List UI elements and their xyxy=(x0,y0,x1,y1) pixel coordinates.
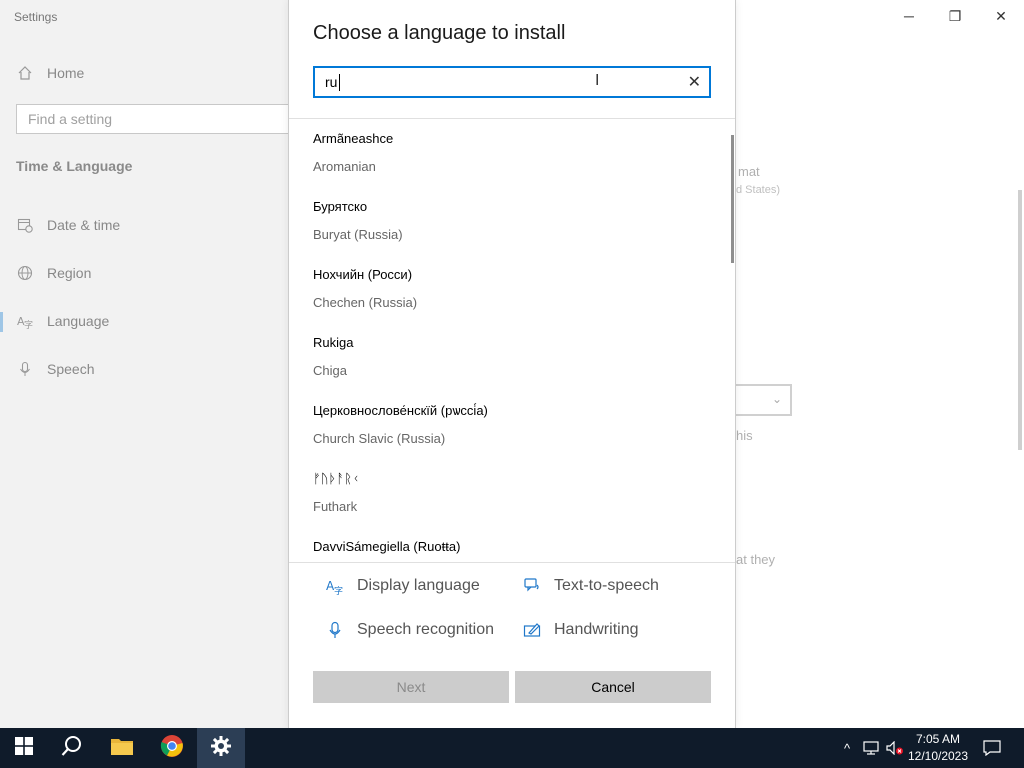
bg-text-fragment: his xyxy=(736,428,753,443)
chevron-down-icon: ⌄ xyxy=(771,392,782,406)
language-english-name: Aromanian xyxy=(313,159,376,174)
language-native-name: Церковнослове́нскїй (рѡссі́а) xyxy=(313,403,488,418)
language-native-name: ᚠᚢᚦᚨᚱᚲ xyxy=(313,471,360,486)
network-icon[interactable] xyxy=(862,738,880,758)
nav-region[interactable]: Region xyxy=(16,264,91,282)
language-native-name: DavviSámegiella (Ruoŧŧa) xyxy=(313,539,461,554)
clock-date: 12/10/2023 xyxy=(907,749,969,763)
feature-label: Display language xyxy=(357,577,480,594)
nav-language-label: Language xyxy=(47,313,110,329)
windows-logo-icon xyxy=(15,736,33,760)
handwriting-icon xyxy=(522,620,542,640)
language-list-item[interactable]: Церковнослове́нскїй (рѡссі́а) Church Sla… xyxy=(289,391,729,459)
file-explorer-button[interactable] xyxy=(98,728,146,768)
close-icon: ✕ xyxy=(995,7,1007,24)
language-english-name: Futhark xyxy=(313,499,358,514)
restore-icon: ❐ xyxy=(948,7,962,24)
language-english-name: Buryat (Russia) xyxy=(313,227,403,242)
section-title: Time & Language xyxy=(16,158,133,174)
find-setting-input[interactable]: Find a setting xyxy=(16,104,298,134)
bg-text-fragment: mat xyxy=(738,164,760,179)
language-list-item[interactable]: Нохчийн (Росси) Chechen (Russia) xyxy=(289,255,729,323)
microphone-icon xyxy=(16,360,34,378)
find-setting-placeholder: Find a setting xyxy=(28,111,113,127)
language-search-input[interactable]: ru I ✕ xyxy=(313,66,711,98)
bg-dropdown[interactable]: ⌄ xyxy=(736,384,792,416)
chrome-icon xyxy=(160,734,184,763)
language-list-item[interactable]: DavviSámegiella (Ruoŧŧa) xyxy=(289,527,729,562)
show-hidden-icons-chevron-up-icon[interactable]: ^ xyxy=(838,738,856,758)
feature-label: Handwriting xyxy=(554,621,639,638)
language-list-item[interactable]: Armãneashce Aromanian xyxy=(289,119,729,187)
nav-date-time[interactable]: Date & time xyxy=(16,216,120,234)
gear-icon xyxy=(210,735,232,762)
feature-speech-recognition: Speech recognition xyxy=(325,620,494,640)
bg-text-fragment: d States) xyxy=(736,184,781,196)
nav-language[interactable]: A字 Language xyxy=(16,312,109,330)
settings-sidebar: Settings Home Find a setting Time & Lang… xyxy=(0,0,298,728)
app-title: Settings xyxy=(14,10,58,24)
ibeam-cursor-icon: I xyxy=(595,72,600,89)
bg-text-fragment: at they xyxy=(736,552,776,567)
divider xyxy=(289,562,735,563)
close-window-button[interactable]: ✕ xyxy=(978,0,1024,32)
home-icon xyxy=(16,64,34,82)
language-english-name: Church Slavic (Russia) xyxy=(313,431,446,446)
nav-speech-label: Speech xyxy=(47,361,95,377)
feature-display-language: A字 Display language xyxy=(325,576,480,596)
start-button[interactable] xyxy=(0,728,48,768)
globe-icon xyxy=(16,264,34,282)
feature-label: Speech recognition xyxy=(357,621,494,638)
cancel-button[interactable]: Cancel xyxy=(515,671,711,703)
chrome-button[interactable] xyxy=(148,728,196,768)
nav-region-label: Region xyxy=(47,265,92,281)
clock-time: 7:05 AM xyxy=(915,732,961,746)
language-native-name: Armãneashce xyxy=(313,131,394,146)
folder-icon xyxy=(110,736,134,761)
search-icon xyxy=(61,735,83,762)
clear-search-icon[interactable]: ✕ xyxy=(688,72,701,92)
language-english-name: Chechen (Russia) xyxy=(313,295,418,310)
language-list: Armãneashce Aromanian Бурятско Buryat (R… xyxy=(289,119,735,562)
minimize-button[interactable]: ─ xyxy=(886,0,932,32)
language-native-name: Нохчийн (Росси) xyxy=(313,267,413,282)
text-to-speech-icon xyxy=(522,576,542,596)
minimize-icon: ─ xyxy=(904,8,914,24)
search-value: ru xyxy=(325,74,338,90)
svg-text:字: 字 xyxy=(334,585,343,595)
calendar-clock-icon xyxy=(16,216,34,234)
nav-speech[interactable]: Speech xyxy=(16,360,94,378)
language-native-name: Rukiga xyxy=(313,335,354,350)
feature-handwriting: Handwriting xyxy=(522,620,638,640)
settings-taskbar-button[interactable] xyxy=(197,728,245,768)
display-language-icon: A字 xyxy=(325,576,345,596)
language-native-name: Бурятско xyxy=(313,199,368,214)
dialog-title: Choose a language to install xyxy=(313,22,566,44)
svg-text:字: 字 xyxy=(24,319,33,329)
next-button[interactable]: Next xyxy=(313,671,509,703)
nav-home[interactable]: Home xyxy=(16,64,84,82)
search-taskbar-button[interactable] xyxy=(48,728,96,768)
selected-nav-indicator xyxy=(0,312,3,332)
nav-home-label: Home xyxy=(47,65,85,81)
choose-language-dialog: Choose a language to install ru I ✕ Armã… xyxy=(288,0,736,728)
nav-date-time-label: Date & time xyxy=(47,217,121,233)
restore-button[interactable]: ❐ xyxy=(932,0,978,32)
microphone-icon xyxy=(325,620,345,640)
language-english-name: Chiga xyxy=(313,363,347,378)
language-list-item[interactable]: Бурятско Buryat (Russia) xyxy=(289,187,729,255)
feature-label: Text-to-speech xyxy=(554,577,659,594)
language-list-item[interactable]: ᚠᚢᚦᚨᚱᚲ Futhark xyxy=(289,459,729,527)
language-icon: A字 xyxy=(16,312,34,330)
taskbar: ^ 7:05 AM 12/10/2023 xyxy=(0,728,1024,768)
language-list-item[interactable]: Rukiga Chiga xyxy=(289,323,729,391)
text-caret xyxy=(339,74,340,91)
settings-scrollbar[interactable] xyxy=(1018,190,1022,450)
notifications-icon[interactable] xyxy=(982,738,1002,758)
feature-text-to-speech: Text-to-speech xyxy=(522,576,659,596)
language-list-scrollbar[interactable] xyxy=(731,135,734,263)
taskbar-clock[interactable]: 7:05 AM 12/10/2023 xyxy=(900,731,976,765)
